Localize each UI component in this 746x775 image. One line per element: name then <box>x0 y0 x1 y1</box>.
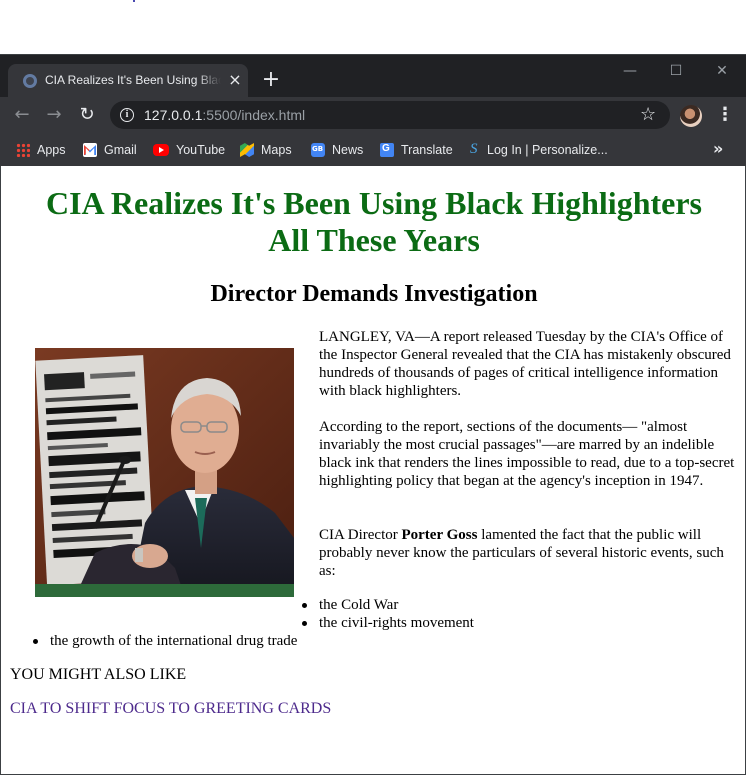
youtube-icon <box>153 144 169 156</box>
login-icon <box>470 141 480 158</box>
bookmark-maps[interactable]: Maps <box>240 141 292 159</box>
bookmarks-bar: Apps Gmail YouTube Maps News Translate L… <box>0 133 746 167</box>
browser-menu-icon[interactable]: ⋮ <box>716 103 734 127</box>
article-paragraph-3: CIA Director Porter Goss lamented the fa… <box>319 526 737 580</box>
list-item: the growth of the international drug tra… <box>32 633 298 649</box>
reload-icon[interactable]: ↻ <box>75 103 99 127</box>
list-item: the civil-rights movement <box>302 615 474 631</box>
translate-icon <box>380 143 394 157</box>
director-name: Porter Goss <box>401 527 478 543</box>
forward-arrow-icon[interactable]: → <box>42 103 66 127</box>
article-subheadline: Director Demands Investigation <box>210 281 538 307</box>
browser-chrome: CIA Realizes It's Been Using Black Highl… <box>0 54 746 167</box>
url-text[interactable]: 127.0.0.1:5500/index.html <box>144 107 305 123</box>
gmail-icon <box>83 143 97 157</box>
tab-title: CIA Realizes It's Been Using Black Highl… <box>45 73 221 89</box>
bookmark-translate[interactable]: Translate <box>380 141 453 159</box>
tab-close-icon[interactable]: × <box>226 71 244 89</box>
address-bar[interactable]: i 127.0.0.1:5500/index.html ☆ <box>110 101 670 129</box>
bookmark-login[interactable]: Log In | Personalize... <box>470 141 608 159</box>
related-article-link[interactable]: CIA TO SHIFT FOCUS TO GREETING CARDS <box>10 699 331 719</box>
browser-toolbar: ← → ↻ i 127.0.0.1:5500/index.html ☆ ⋮ <box>0 97 746 133</box>
close-window-button[interactable]: ✕ <box>699 61 745 81</box>
article-paragraph-1: LANGLEY, VA—A report released Tuesday by… <box>319 329 731 399</box>
bookmark-label: Log In | Personalize... <box>487 143 608 157</box>
bookmark-label: Translate <box>401 143 453 157</box>
bookmark-label: Apps <box>37 143 66 157</box>
bookmark-apps[interactable]: Apps <box>16 141 66 159</box>
new-tab-button[interactable]: + <box>259 68 283 92</box>
director-photo-illustration <box>35 348 294 597</box>
back-arrow-icon[interactable]: ← <box>10 103 34 127</box>
bookmark-gmail[interactable]: Gmail <box>83 141 137 159</box>
bookmarks-overflow-icon[interactable]: » <box>713 139 723 159</box>
url-host: 127.0.0.1 <box>144 107 203 123</box>
article-photo <box>35 348 294 597</box>
browser-tab-active[interactable]: CIA Realizes It's Been Using Black Highl… <box>8 64 248 97</box>
article-headline: CIA Realizes It's Been Using Black Highl… <box>45 185 702 258</box>
maximize-button[interactable]: ☐ <box>653 61 699 81</box>
bookmark-label: YouTube <box>176 143 226 157</box>
maps-icon <box>240 143 254 157</box>
profile-avatar[interactable] <box>680 105 702 127</box>
url-path: :5500/index.html <box>202 107 306 123</box>
minimize-button[interactable]: — <box>607 61 653 81</box>
article-paragraph-2: According to the report, sections of the… <box>319 419 735 489</box>
stray-pixel <box>133 0 135 2</box>
bookmark-label: Maps <box>261 143 292 157</box>
paragraph-3-lead: CIA Director <box>319 527 402 543</box>
info-icon[interactable]: i <box>120 108 134 122</box>
desktop-background <box>0 0 746 54</box>
bookmark-news[interactable]: News <box>311 141 363 159</box>
bookmark-star-icon[interactable]: ☆ <box>640 104 656 126</box>
bookmark-label: News <box>332 143 364 157</box>
web-page: CIA Realizes It's Been Using Black Highl… <box>0 166 746 775</box>
also-like-heading: YOU MIGHT ALSO LIKE <box>10 666 187 683</box>
news-icon <box>311 143 325 157</box>
list-item: the Cold War <box>301 597 399 613</box>
bookmark-label: Gmail <box>104 143 137 157</box>
apps-icon <box>16 143 30 157</box>
bookmark-youtube[interactable]: YouTube <box>153 141 225 159</box>
globe-icon <box>23 74 37 88</box>
